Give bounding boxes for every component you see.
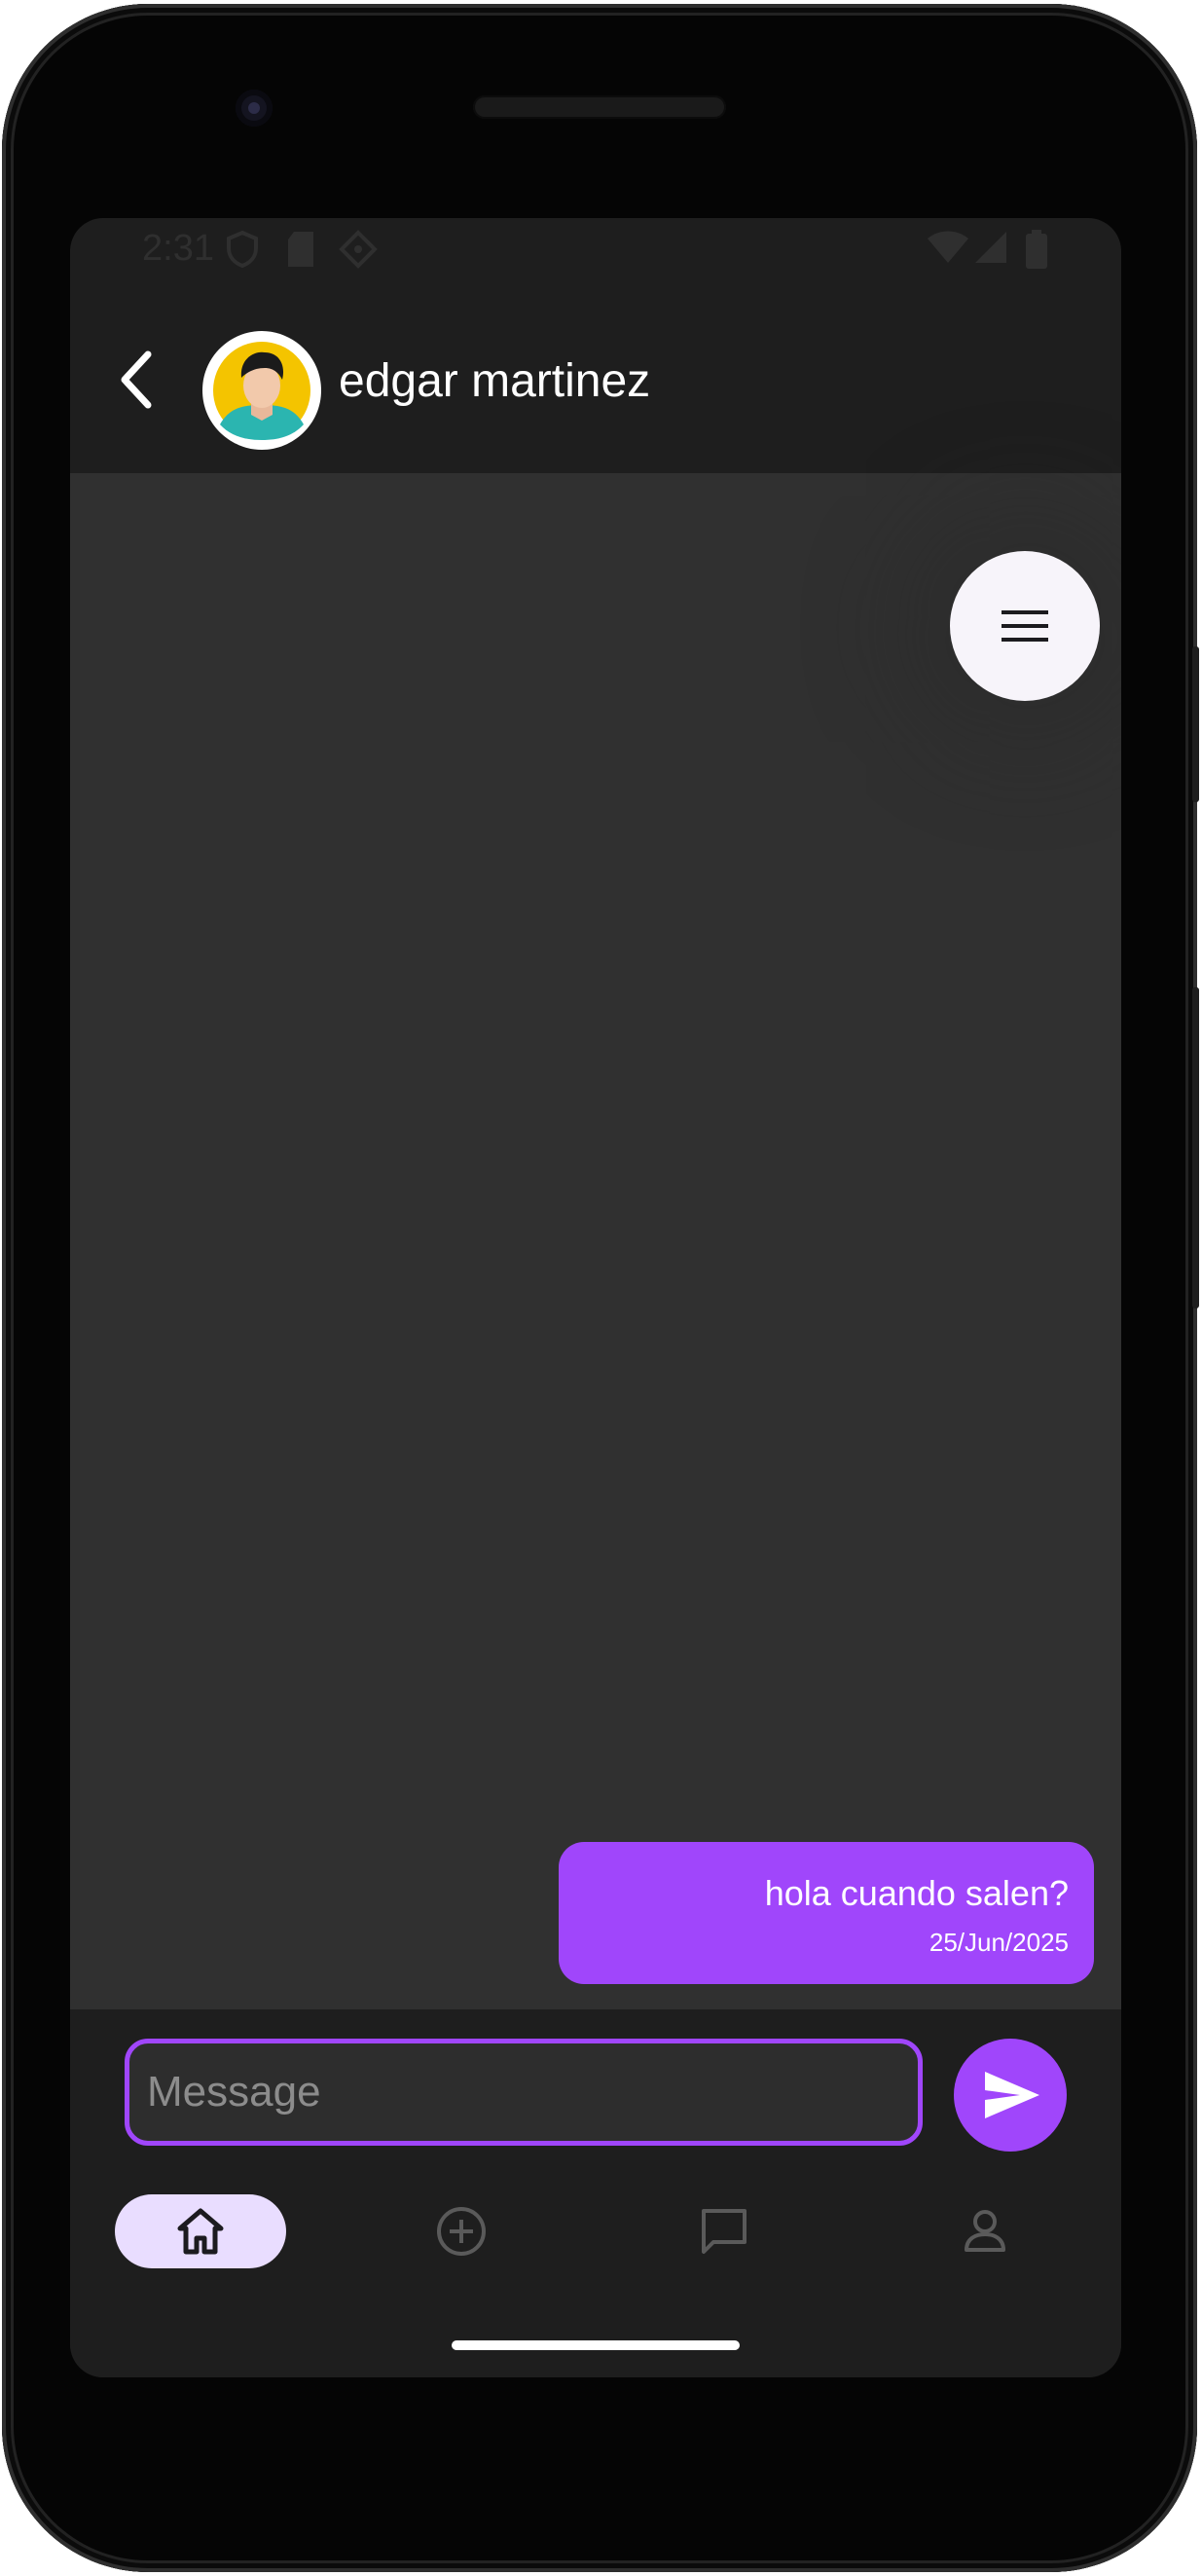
shield-icon	[227, 230, 258, 269]
add-circle-icon	[437, 2207, 486, 2256]
hamburger-menu-icon	[1002, 610, 1048, 642]
status-bar: 2:31	[70, 218, 1121, 286]
message-input[interactable]	[125, 2039, 923, 2146]
nav-item-profile[interactable]	[899, 2194, 1071, 2268]
message-date: 25/Jun/2025	[929, 1928, 1069, 1957]
message-composer	[70, 2009, 1121, 2377]
status-time: 2:31	[142, 228, 214, 269]
sd-card-icon	[288, 232, 313, 267]
contact-name: edgar martinez	[339, 355, 651, 407]
home-icon	[177, 2208, 224, 2255]
contact-avatar[interactable]	[200, 329, 323, 452]
phone-frame: 2:31 edgar martinez hola cuando salen? 2…	[2, 4, 1199, 2572]
nav-item-add[interactable]	[376, 2194, 547, 2268]
chevron-left-icon	[121, 350, 152, 409]
message-list[interactable]	[70, 473, 1121, 2009]
outgoing-message-bubble[interactable]: hola cuando salen? 25/Jun/2025	[559, 1842, 1094, 1984]
person-avatar-icon	[202, 331, 321, 450]
chat-header: edgar martinez	[70, 286, 1121, 473]
front-camera	[236, 90, 273, 127]
back-button[interactable]	[99, 341, 177, 419]
send-icon	[985, 2072, 1039, 2118]
person-icon	[965, 2210, 1005, 2252]
app-screen: 2:31 edgar martinez hola cuando salen? 2…	[70, 218, 1121, 2377]
battery-icon	[1026, 230, 1047, 269]
message-text: hola cuando salen?	[764, 1873, 1069, 1913]
sync-diamond-icon	[339, 230, 378, 269]
home-indicator[interactable]	[452, 2340, 740, 2350]
chat-bubble-icon	[702, 2209, 747, 2254]
side-button	[1192, 646, 1199, 802]
cell-signal-icon	[975, 232, 1006, 263]
nav-item-home[interactable]	[115, 2194, 286, 2268]
bottom-navigation	[70, 2194, 1121, 2311]
earpiece-speaker	[473, 95, 726, 119]
wifi-icon	[928, 231, 968, 263]
menu-button[interactable]	[950, 551, 1100, 701]
volume-button	[1192, 987, 1199, 1308]
send-button[interactable]	[954, 2039, 1067, 2152]
nav-item-chats[interactable]	[638, 2194, 810, 2268]
